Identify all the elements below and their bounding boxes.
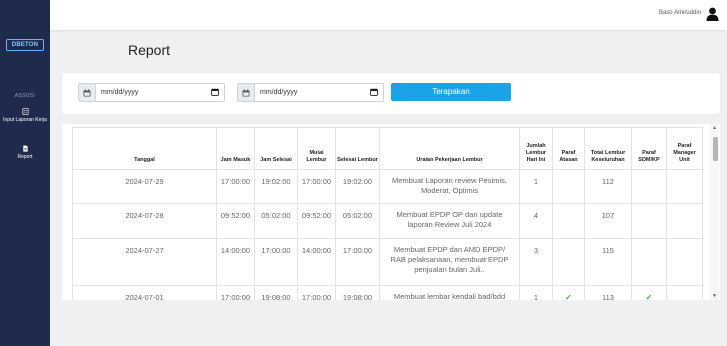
cell-paraf-atasan [552, 169, 585, 204]
sidebar-item-label: Input Laporan Kerja [3, 117, 47, 123]
cell-paraf-manager [666, 169, 703, 204]
cell-mulai-lembur: 14:00:00 [297, 238, 336, 286]
cell-paraf-manager [666, 203, 703, 239]
header-paraf-sdm[interactable]: Paraf SDM/KP [631, 127, 667, 170]
cell-paraf-sdm [631, 169, 667, 204]
cell-mulai-lembur: 17:00:00 [297, 169, 336, 204]
cell-uraian: Membuat EPDP dan AMD EPDP/ RAB pelaksana… [379, 238, 520, 286]
cell-paraf-sdm [631, 203, 667, 239]
scroll-down-icon[interactable]: ▼ [712, 293, 717, 299]
cell-selesai-lembur: 17:00:00 [335, 238, 380, 286]
report-table-card: Tanggal Jam Masuk Jam Selesai Mulai Lemb… [62, 124, 720, 300]
user-name[interactable]: Baso Amiruddin [659, 10, 701, 16]
cell-tanggal: 2024-07-27 [72, 238, 217, 286]
table-row: 2024-07-01 17:00:00 19:08:00 17:00:00 19… [72, 285, 703, 300]
header-jumlah-lembur[interactable]: Jumlah Lembur Hari Ini [519, 127, 553, 170]
end-date-placeholder: mm/dd/yyyy [260, 89, 298, 96]
cell-uraian: Membuat Laporan review Pesimis, Moderat,… [379, 169, 520, 204]
sidebar-item-input-laporan-kerja[interactable]: Input Laporan Kerja [0, 108, 50, 123]
cell-total: 115 [584, 238, 632, 286]
cell-jam-masuk: 17:00:00 [216, 169, 255, 204]
cell-total: 107 [584, 203, 632, 239]
cell-jam-selesai: 05:02:00 [254, 203, 298, 239]
cell-jam-selesai: 17:00:00 [254, 238, 298, 286]
cell-jumlah: 1 [519, 169, 553, 204]
app-logo[interactable]: DBETON [6, 39, 44, 51]
calendar-icon[interactable] [237, 83, 254, 102]
report-table: Tanggal Jam Masuk Jam Selesai Mulai Lemb… [72, 127, 703, 300]
table-row: 2024-07-28 09:52:00 05:02:00 09:52:00 05… [72, 203, 703, 239]
report-icon [22, 145, 28, 152]
cell-jam-selesai: 19:08:00 [254, 285, 298, 300]
cell-paraf-atasan [552, 203, 585, 239]
cell-total: 112 [584, 169, 632, 204]
table-header-row: Tanggal Jam Masuk Jam Selesai Mulai Lemb… [72, 127, 703, 170]
cell-jumlah: 4 [519, 203, 553, 239]
cell-paraf-sdm [631, 238, 667, 286]
cell-jam-selesai: 19:02:00 [254, 169, 298, 204]
cell-jam-masuk: 09:52:00 [216, 203, 255, 239]
cell-tanggal: 2024-07-01 [72, 285, 217, 300]
cell-paraf-atasan: ✓ [552, 285, 585, 300]
sidebar-item-label: Report [17, 154, 33, 160]
cell-paraf-sdm: ✓ [631, 285, 667, 300]
header-uraian[interactable]: Uraian Pekerjaan Lembur [379, 127, 520, 170]
cell-tanggal: 2024-07-29 [72, 169, 217, 204]
table-row: 2024-07-27 14:00:00 17:00:00 14:00:00 17… [72, 238, 703, 286]
date-picker-icon[interactable] [370, 88, 378, 96]
cell-mulai-lembur: 09:52:00 [297, 203, 336, 239]
cell-mulai-lembur: 17:00:00 [297, 285, 336, 300]
start-date-group: mm/dd/yyyy [78, 83, 225, 102]
cell-paraf-manager [666, 285, 703, 300]
cell-jam-masuk: 17:00:00 [216, 285, 255, 300]
cell-jumlah: 1 [519, 285, 553, 300]
date-picker-icon[interactable] [211, 88, 219, 96]
cell-selesai-lembur: 19:08:00 [335, 285, 380, 300]
header-paraf-atasan[interactable]: Paraf Atasan [552, 127, 585, 170]
header-jam-selesai[interactable]: Jam Selesai [254, 127, 298, 170]
start-date-input[interactable]: mm/dd/yyyy [95, 83, 225, 102]
apply-button[interactable]: Terapakan [391, 83, 511, 101]
cell-paraf-manager [666, 238, 703, 286]
document-icon [22, 108, 28, 115]
calendar-icon[interactable] [78, 83, 95, 102]
filter-card: mm/dd/yyyy mm/dd/yyyy Terapakan [62, 73, 720, 114]
header-jam-masuk[interactable]: Jam Masuk [216, 127, 255, 170]
cell-jumlah: 3 [519, 238, 553, 286]
table-row: 2024-07-29 17:00:00 19:02:00 17:00:00 19… [72, 169, 703, 204]
cell-selesai-lembur: 19:02:00 [335, 169, 380, 204]
sidebar-item-report[interactable]: Report [0, 145, 50, 160]
scrollbar-thumb[interactable] [713, 137, 718, 161]
header-mulai-lembur[interactable]: Mulai Lembur [297, 127, 336, 170]
user-icon[interactable] [706, 7, 719, 21]
header-selesai-lembur[interactable]: Selesai Lembur [335, 127, 380, 170]
cell-jam-masuk: 14:00:00 [216, 238, 255, 286]
cell-uraian: Membuat EPDP OP dan update laporan Revie… [379, 203, 520, 239]
cell-selesai-lembur: 05:02:00 [335, 203, 380, 239]
header-total-lembur[interactable]: Total Lembur Keseluruhan [584, 127, 632, 170]
cell-total: 113 [584, 285, 632, 300]
sidebar-section-label: ASSOSI [14, 93, 36, 99]
cell-tanggal: 2024-07-28 [72, 203, 217, 239]
sidebar: DBETON ASSOSI Input Laporan Kerja Report [0, 0, 50, 346]
scroll-up-icon[interactable]: ▲ [712, 125, 717, 131]
header-paraf-manager[interactable]: Paraf Manager Unit [666, 127, 703, 170]
end-date-input[interactable]: mm/dd/yyyy [254, 83, 384, 102]
start-date-placeholder: mm/dd/yyyy [101, 89, 139, 96]
cell-uraian: Membuat lembar kendali bad/bdd [379, 285, 520, 300]
header-tanggal[interactable]: Tanggal [72, 127, 217, 170]
cell-paraf-atasan [552, 238, 585, 286]
page-title: Report [128, 42, 171, 58]
top-bar: Baso Amiruddin [50, 0, 727, 30]
end-date-group: mm/dd/yyyy [237, 83, 384, 102]
